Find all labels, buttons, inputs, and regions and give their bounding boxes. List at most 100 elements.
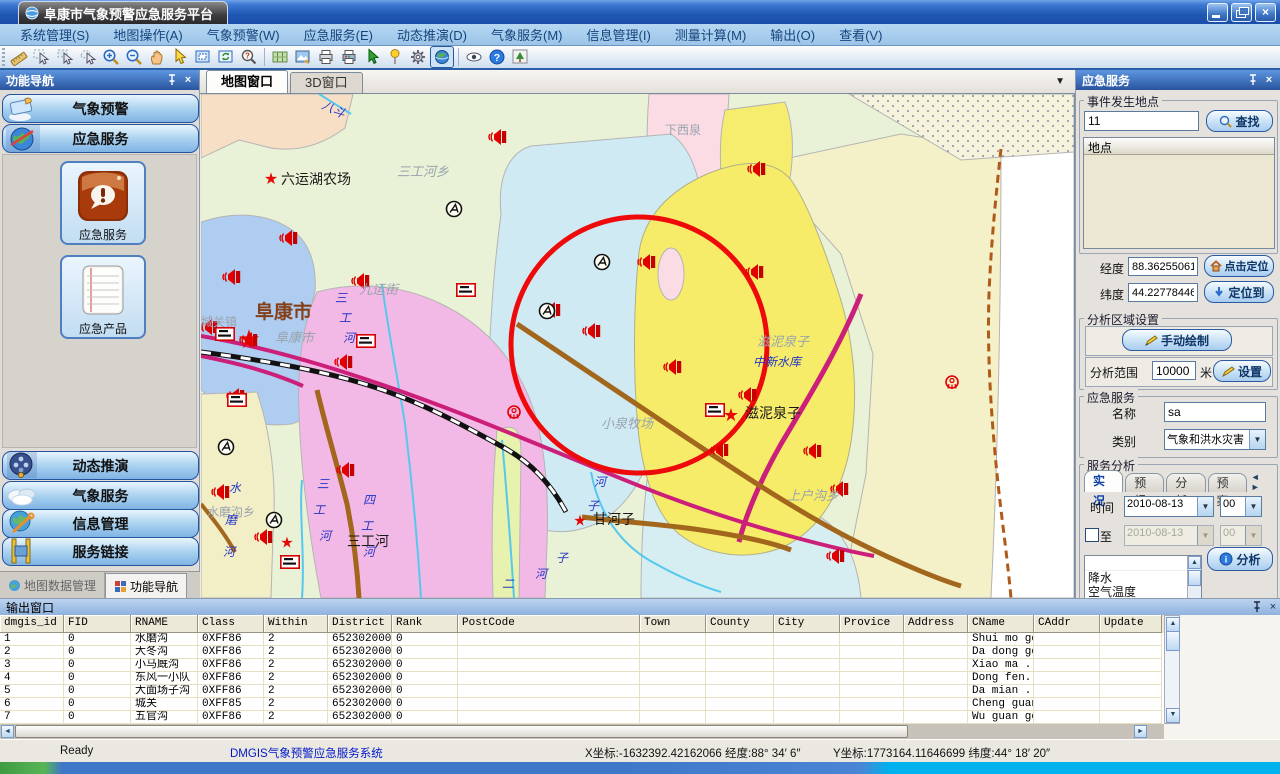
column-header[interactable]: dmgis_id <box>0 615 64 633</box>
circle-a-icon[interactable] <box>540 304 555 319</box>
pan-hand-icon[interactable] <box>146 47 168 67</box>
service-name-input[interactable] <box>1164 402 1266 422</box>
print-color-icon[interactable] <box>338 47 360 67</box>
measure-ruler-icon[interactable] <box>8 47 30 67</box>
set-range-button[interactable]: 设置 <box>1213 360 1271 382</box>
print-icon[interactable] <box>315 47 337 67</box>
scroll-right-icon[interactable]: ► <box>1134 725 1147 738</box>
tool-emergency-product[interactable]: 应急产品 <box>60 255 146 339</box>
menu-weather-service[interactable]: 气象服务(M) <box>479 23 575 46</box>
service-type-select[interactable]: 气象和洪水灾害 ▼ <box>1164 429 1266 450</box>
list-item[interactable]: 空气温度 <box>1085 585 1201 599</box>
scroll-left-icon[interactable]: ◄ <box>1 725 14 738</box>
column-header[interactable]: PostCode <box>458 615 640 633</box>
menu-measure[interactable]: 测量计算(M) <box>663 23 759 46</box>
flag-icon[interactable] <box>228 394 246 406</box>
tab-map-data-mgmt[interactable]: 地图数据管理 <box>0 572 105 599</box>
table-row[interactable]: 70五官沟0XFF8626523020000Wu guan gou <box>0 711 1164 724</box>
tab-map-window[interactable]: 地图窗口 <box>206 70 288 93</box>
column-header[interactable]: Address <box>904 615 968 633</box>
column-header[interactable]: County <box>706 615 774 633</box>
pin-icon[interactable] <box>1252 601 1266 613</box>
star-marker-icon[interactable]: ★ <box>280 535 293 552</box>
map-layers-icon[interactable] <box>269 47 291 67</box>
full-extent-icon[interactable] <box>192 47 214 67</box>
settings-gear-icon[interactable] <box>407 47 429 67</box>
click-locate-button[interactable]: 点击定位 <box>1204 255 1274 277</box>
column-header[interactable]: Class <box>198 615 264 633</box>
menu-output[interactable]: 输出(O) <box>758 23 827 46</box>
pointer-arrow-icon[interactable] <box>169 47 191 67</box>
map-pin-icon[interactable] <box>384 47 406 67</box>
scroll-thumb[interactable] <box>1166 631 1180 651</box>
table-row[interactable]: 30小马厩沟0XFF8626523020000Xiao ma ... <box>0 659 1164 672</box>
latitude-input[interactable] <box>1128 283 1198 302</box>
circle-a-icon[interactable] <box>219 440 234 455</box>
column-header[interactable]: FID <box>64 615 131 633</box>
tab-scroll-arrows[interactable]: ◄ ► <box>1251 472 1274 492</box>
menu-view[interactable]: 查看(V) <box>827 23 894 46</box>
column-header[interactable]: Within <box>264 615 328 633</box>
menu-map-ops[interactable]: 地图操作(A) <box>101 23 194 46</box>
table-hscrollbar[interactable]: ◄ ► <box>0 724 1164 739</box>
close-button[interactable]: × <box>1255 3 1276 22</box>
minimize-button[interactable] <box>1207 3 1228 22</box>
scroll-thumb[interactable] <box>15 725 908 738</box>
dropdown-icon[interactable]: ▼ <box>1197 497 1213 516</box>
scroll-up-icon[interactable]: ▲ <box>1188 556 1201 569</box>
circle-a-icon[interactable] <box>447 202 462 217</box>
date-select[interactable]: 2010-08-13 ▼ <box>1124 496 1214 517</box>
manual-draw-button[interactable]: 手动绘制 <box>1122 329 1232 351</box>
close-panel-icon[interactable]: × <box>1262 74 1276 86</box>
tab-function-nav[interactable]: 功能导航 <box>105 573 187 599</box>
nav-group-emergency-service[interactable]: 应急服务 <box>2 124 199 153</box>
visibility-eye-icon[interactable] <box>463 47 485 67</box>
pin-icon[interactable] <box>167 74 181 86</box>
scene-tree-icon[interactable] <box>509 47 531 67</box>
column-header[interactable]: RNAME <box>131 615 198 633</box>
location-keyword-input[interactable] <box>1084 111 1199 131</box>
table-row[interactable]: 60城关0XFF8526523020000Cheng guan <box>0 698 1164 711</box>
nav-group-service-links[interactable]: 服务链接 <box>2 537 199 566</box>
flag-icon[interactable] <box>457 284 475 296</box>
column-header[interactable]: Provice <box>840 615 904 633</box>
element-listbox[interactable]: 降水 空气温度 ▲ <box>1084 555 1202 601</box>
refresh-view-icon[interactable] <box>215 47 237 67</box>
nav-group-info-mgmt[interactable]: 信息管理 <box>2 509 199 538</box>
nav-group-weather-warning[interactable]: 气象预警 <box>2 94 199 123</box>
column-header[interactable]: CAddr <box>1034 615 1100 633</box>
column-header[interactable]: Town <box>640 615 706 633</box>
menu-emergency[interactable]: 应急服务(E) <box>292 23 385 46</box>
menu-simulation[interactable]: 动态推演(D) <box>385 23 479 46</box>
table-row[interactable]: 40东风一小队0XFF8626523020000Dong fen... <box>0 672 1164 685</box>
range-input[interactable] <box>1152 361 1196 380</box>
scroll-thumb[interactable] <box>1188 570 1201 586</box>
tab-plan[interactable]: 预案 <box>1208 473 1247 492</box>
nav-group-weather-service[interactable]: 气象服务 <box>2 481 199 510</box>
select-rectangle-icon[interactable] <box>54 47 76 67</box>
table-row[interactable]: 20大冬沟0XFF8626523020000Da dong gou <box>0 646 1164 659</box>
flag-icon[interactable] <box>216 328 234 340</box>
map-canvas[interactable]: ★★★★★ 六运湖农场三工河乡下西泉九运街阜康市阜康市城关镇滋泥泉子中新水库滋泥… <box>201 94 1075 598</box>
table-vscrollbar[interactable]: ▲ ▼ <box>1164 615 1180 724</box>
circle-a-icon[interactable] <box>267 513 282 528</box>
toolbar-grip[interactable] <box>2 48 5 66</box>
pick-feature-icon[interactable] <box>361 47 383 67</box>
zoom-out-icon[interactable] <box>123 47 145 67</box>
location-list[interactable]: 地点 <box>1083 137 1275 249</box>
tab-analysis[interactable]: 分析 <box>1166 473 1205 492</box>
flag-icon[interactable] <box>281 556 299 568</box>
search-button[interactable]: 查找 <box>1206 110 1273 132</box>
star-marker-icon[interactable]: ★ <box>573 513 586 530</box>
tab-live[interactable]: 实况 <box>1084 470 1123 492</box>
dropdown-icon[interactable]: ▼ <box>1249 430 1265 449</box>
pin-icon[interactable] <box>1248 74 1262 86</box>
close-panel-icon[interactable]: × <box>1266 601 1280 613</box>
column-header[interactable]: Update <box>1100 615 1162 633</box>
globe-view-icon[interactable] <box>430 46 454 68</box>
table-row[interactable]: 50大面场子沟0XFF8626523020000Da mian ... <box>0 685 1164 698</box>
export-image-icon[interactable] <box>292 47 314 67</box>
star-marker-icon[interactable]: ★ <box>264 171 278 188</box>
tab-forecast[interactable]: 预报 <box>1125 473 1164 492</box>
help-icon[interactable]: ? <box>486 47 508 67</box>
